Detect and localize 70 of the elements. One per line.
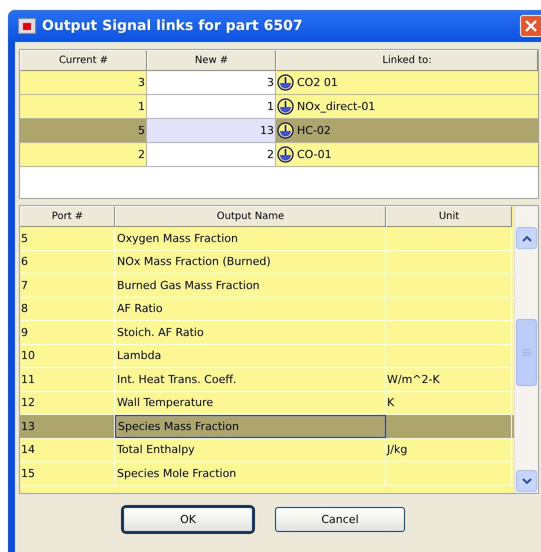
table-row[interactable]: 14 Total Enthalpy J/kg: [20, 438, 514, 462]
window-title: Output Signal links for part 6507: [42, 18, 304, 34]
table-cell: 7: [20, 274, 115, 296]
table-cell: Burned Gas Mass Fraction: [115, 274, 386, 296]
table-row[interactable]: 6 NOx Mass Fraction (Burned): [20, 250, 514, 274]
number-field[interactable]: 3: [147, 71, 276, 94]
table-row[interactable]: 7 Burned Gas Mass Fraction: [20, 274, 514, 298]
close-button[interactable]: [520, 15, 541, 37]
column-header[interactable]: Linked to:: [276, 50, 538, 71]
table-cell: Lambda: [115, 344, 386, 367]
scroll-thumb[interactable]: [516, 319, 537, 386]
column-header[interactable]: Current #: [20, 50, 147, 71]
table-cell: 9: [20, 321, 115, 344]
table-row[interactable]: 5 13 HC-02: [20, 119, 538, 143]
close-icon: [524, 19, 538, 33]
table-cell: Wall Temperature: [115, 392, 386, 414]
table-cell: 13: [20, 415, 115, 438]
number-field[interactable]: 13: [147, 119, 276, 142]
table-cell: K: [386, 392, 512, 414]
table-row[interactable]: 15 Species Mole Fraction: [20, 462, 514, 486]
table-row[interactable]: 8 AF Ratio: [20, 298, 514, 321]
table-cell: Int. Heat Trans. Coeff.: [115, 368, 386, 390]
window-icon: [18, 18, 36, 34]
linked-signal-name: HC-02: [297, 124, 331, 137]
vertical-scrollbar[interactable]: [514, 206, 538, 493]
column-header[interactable]: Output Name: [115, 206, 386, 227]
number-field[interactable]: 2: [147, 143, 276, 166]
linked-signal-name: NOx_direct-01: [297, 100, 376, 113]
scroll-up-button[interactable]: [516, 227, 537, 249]
signal-icon: [277, 98, 294, 115]
table-row[interactable]: 11 Int. Heat Trans. Coeff. W/m^2-K: [20, 368, 514, 392]
dialog-button[interactable]: Cancel: [275, 507, 405, 532]
table-row[interactable]: 2 2 CO-01: [20, 143, 538, 167]
table-cell: Oxygen Mass Fraction: [115, 227, 386, 250]
column-header[interactable]: Port #: [20, 206, 115, 227]
table-cell: 5: [20, 227, 115, 250]
table-cell: Species Mole Fraction: [115, 462, 386, 484]
table-cell: 6: [20, 250, 115, 273]
table-row[interactable]: 9 Stoich. AF Ratio: [20, 321, 514, 344]
linked-signal-name: CO-01: [297, 148, 332, 161]
table-cell: W/m^2-K: [386, 368, 512, 390]
table-cell: NOx Mass Fraction (Burned): [115, 250, 386, 273]
table-row[interactable]: 1 1 NOx_direct-01: [20, 95, 538, 119]
table-row[interactable]: 5 Oxygen Mass Fraction: [20, 227, 514, 250]
column-header[interactable]: New #: [147, 50, 276, 71]
table-cell: 8: [20, 298, 115, 320]
table-cell: 14: [20, 438, 115, 461]
table-cell: 15: [20, 462, 115, 484]
table-cell: 11: [20, 368, 115, 390]
linked-signal-name: CO2 01: [297, 76, 338, 89]
signal-icon: [277, 122, 294, 139]
table-cell: 12: [20, 392, 115, 414]
column-header[interactable]: Unit: [386, 206, 512, 227]
table-row[interactable]: 3 3 CO2 01: [20, 71, 538, 95]
table-cell: Total Enthalpy: [115, 438, 386, 461]
table-row[interactable]: 13 Species Mass Fraction: [20, 415, 514, 438]
chevron-down-icon: [522, 478, 532, 484]
scroll-down-button[interactable]: [516, 470, 537, 492]
table-cell: Species Mass Fraction: [115, 415, 386, 438]
signal-icon: [277, 146, 294, 163]
dialog-button[interactable]: OK: [123, 507, 253, 532]
table-cell: AF Ratio: [115, 298, 386, 320]
table-cell: Stoich. AF Ratio: [115, 321, 386, 344]
number-field[interactable]: 1: [147, 95, 276, 118]
chevron-up-icon: [522, 234, 532, 242]
table-cell: J/kg: [386, 438, 512, 461]
table-row[interactable]: 10 Lambda: [20, 344, 514, 368]
table-cell: 10: [20, 344, 115, 367]
grip-icon: [522, 349, 531, 356]
signal-icon: [277, 74, 294, 91]
